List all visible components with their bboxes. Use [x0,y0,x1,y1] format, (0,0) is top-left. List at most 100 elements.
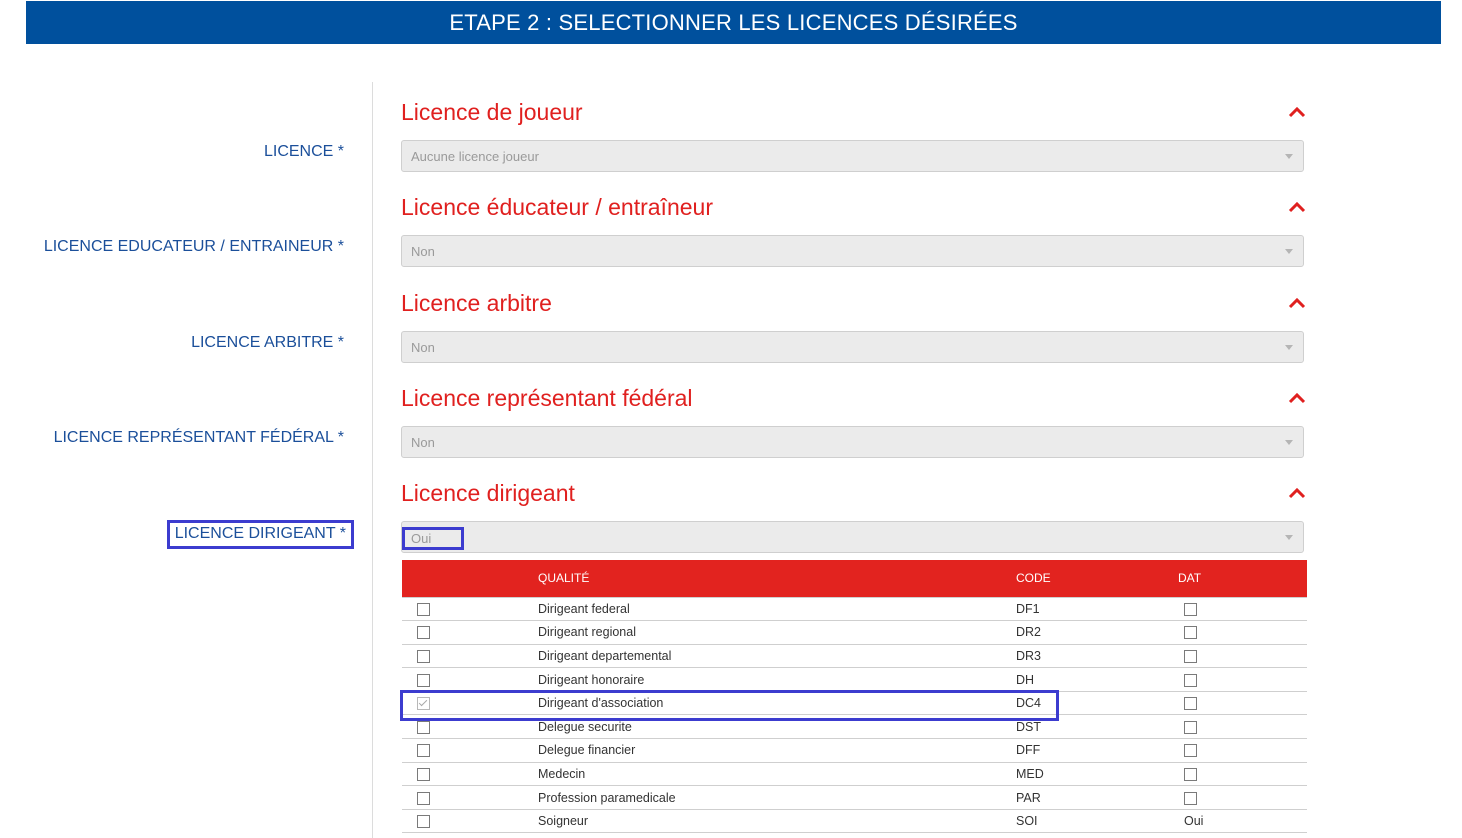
dat-cell [1178,762,1307,786]
dat-cell: Oui [1178,809,1307,833]
label-licence-joueur: LICENCE * [263,143,344,160]
select-cell [402,668,538,692]
label-licence-educateur: LICENCE EDUCATEUR / ENTRAINEUR * [43,238,344,255]
select-value: Non [411,340,435,355]
qualite-cell: Dirigeant departemental [538,648,672,663]
select-cell [402,786,538,810]
select-licence-representant[interactable]: Non [401,426,1304,458]
dat-checkbox[interactable] [1184,744,1197,758]
label-licence-arbitre: LICENCE ARBITRE * [191,334,344,351]
qualite-cell: Delegue securite [538,719,632,734]
header-check [402,560,538,597]
table-row[interactable]: Medecin MED [402,762,1307,786]
chevron-up-icon[interactable] [1288,296,1306,310]
chevron-up-icon[interactable] [1288,486,1306,500]
vertical-divider [372,82,373,838]
caret-down-icon [1285,249,1293,254]
code-cell: MED [1016,766,1044,781]
table-row[interactable]: Dirigeant regional DR2 [402,621,1307,645]
code-cell: DC4 [1016,696,1042,711]
dat-cell [1178,691,1307,715]
select-value: Non [411,244,435,259]
code-cell: DH [1016,672,1035,687]
caret-down-icon [1285,535,1293,540]
table-row[interactable]: Soigneur SOI Oui [402,809,1307,833]
section-title-joueur: Licence de joueur [401,99,583,125]
caret-down-icon [1285,345,1293,350]
section-title-dirigeant: Licence dirigeant [401,480,575,506]
dat-checkbox[interactable] [1184,768,1197,782]
table-row[interactable]: Profession paramedicale PAR [402,786,1307,810]
chevron-up-icon[interactable] [1288,105,1306,119]
table-row[interactable]: Delegue securite DST [402,715,1307,739]
label-licence-representant: LICENCE REPRÉSENTANT FÉDÉRAL * [53,429,344,446]
select-licence-educateur[interactable]: Non [401,235,1304,267]
row-checkbox[interactable] [417,697,430,711]
qualite-cell: Medecin [538,766,586,781]
select-value: Non [411,435,435,450]
select-cell [402,809,538,833]
dat-checkbox[interactable] [1184,650,1197,664]
qualite-cell: Profession paramedicale [538,790,676,805]
dat-cell [1178,715,1307,739]
table-row[interactable]: Dirigeant departemental DR3 [402,644,1307,668]
row-checkbox[interactable] [417,720,430,734]
page-title: ETAPE 2 : SELECTIONNER LES LICENCES DÉSI… [449,9,1018,35]
row-checkbox[interactable] [417,602,430,616]
code-cell: DFF [1016,743,1041,758]
row-checkbox[interactable] [417,791,430,805]
select-cell [402,644,538,668]
row-checkbox[interactable] [417,744,430,758]
dat-cell [1178,668,1307,692]
select-licence-arbitre[interactable]: Non [401,331,1304,363]
table-row[interactable]: Dirigeant federal DF1 [402,597,1307,621]
dat-checkbox[interactable] [1184,673,1197,687]
table-header-row: QUALITÉ CODE DAT [402,560,1307,597]
row-checkbox[interactable] [417,768,430,782]
select-cell [402,691,538,715]
select-licence-dirigeant[interactable]: Oui [401,521,1304,553]
dat-cell [1178,739,1307,763]
caret-down-icon [1285,154,1293,159]
page-header-banner: ETAPE 2 : SELECTIONNER LES LICENCES DÉSI… [26,1,1441,44]
dat-cell [1178,644,1307,668]
chevron-up-icon[interactable] [1288,200,1306,214]
row-checkbox[interactable] [417,650,430,664]
section-title-educateur: Licence éducateur / entraîneur [401,194,713,220]
select-cell [402,739,538,763]
dat-checkbox[interactable] [1184,791,1197,805]
qualite-cell: Soigneur [538,814,589,829]
row-checkbox[interactable] [417,815,430,829]
qualite-cell: Delegue financier [538,743,636,758]
code-cell: PAR [1016,790,1041,805]
dat-cell [1178,597,1307,621]
section-title-arbitre: Licence arbitre [401,290,552,316]
select-cell [402,762,538,786]
label-licence-dirigeant: LICENCE DIRIGEANT * [166,520,354,549]
dat-checkbox[interactable] [1184,720,1197,734]
dat-cell [1178,621,1307,645]
dat-checkbox[interactable] [1184,626,1197,640]
table-row[interactable]: Dirigeant d'association DC4 [402,691,1307,715]
row-checkbox[interactable] [417,673,430,687]
table-row[interactable]: Delegue financier DFF [402,739,1307,763]
dat-cell [1178,786,1307,810]
qualite-cell: Dirigeant honoraire [538,672,645,687]
code-cell: DR3 [1016,648,1042,663]
code-cell: DF1 [1016,601,1040,616]
qualite-cell: Dirigeant regional [538,625,636,640]
table-row[interactable]: Dirigeant honoraire DH [402,668,1307,692]
chevron-up-icon[interactable] [1288,391,1306,405]
dat-checkbox[interactable] [1184,697,1197,711]
select-licence-joueur[interactable]: Aucune licence joueur [401,140,1304,172]
dat-checkbox[interactable] [1184,602,1197,616]
code-cell: SOI [1016,814,1038,829]
code-cell: DR2 [1016,625,1042,640]
code-cell: DST [1016,719,1041,734]
caret-down-icon [1285,440,1293,445]
select-cell [402,715,538,739]
qualite-table: QUALITÉ CODE DAT Dirigeant federal DF1 Dir… [402,560,1307,833]
qualite-cell: Dirigeant d'association [538,696,664,711]
header-code: CODE [1016,571,1051,586]
row-checkbox[interactable] [417,626,430,640]
